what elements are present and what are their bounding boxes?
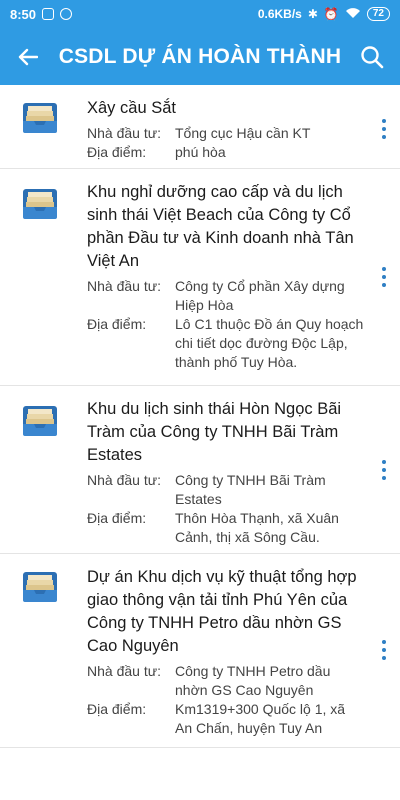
notification-app-icon — [42, 8, 55, 20]
back-button[interactable] — [12, 41, 44, 73]
investor-label: Nhà đầu tư: — [87, 663, 161, 679]
investor-label: Nhà đầu tư: — [87, 472, 161, 488]
more-options-button[interactable] — [378, 460, 390, 480]
search-icon — [361, 45, 384, 68]
location-row: Địa điểm: phú hòa — [87, 143, 364, 162]
status-time: 8:50 — [10, 6, 37, 22]
archive-tray-icon — [23, 572, 57, 602]
list-item[interactable]: Khu nghỉ dưỡng cao cấp và du lịch sinh t… — [0, 169, 400, 386]
search-button[interactable] — [356, 41, 388, 73]
archive-tray-icon — [23, 189, 57, 219]
list-item[interactable]: Khu du lịch sinh thái Hòn Ngọc Bãi Tràm … — [0, 386, 400, 554]
location-row: Địa điểm: Lô C1 thuộc Đồ án Quy hoạch ch… — [87, 315, 364, 372]
page-title: CSDL DỰ ÁN HOÀN THÀNH — [58, 44, 342, 68]
location-label: Địa điểm: — [87, 144, 147, 160]
project-list: Xây cầu Sắt Nhà đầu tư: Tổng cục Hậu cần… — [0, 85, 400, 748]
more-vert-icon — [382, 267, 386, 271]
project-name: Khu nghỉ dưỡng cao cấp và du lịch sinh t… — [87, 183, 354, 270]
battery-indicator: 72 — [366, 7, 390, 21]
more-vert-icon — [382, 640, 386, 644]
investor-label: Nhà đầu tư: — [87, 278, 161, 294]
location-value: Lô C1 thuộc Đồ án Quy hoạch chi tiết dọc… — [175, 316, 364, 370]
project-name: Khu du lịch sinh thái Hòn Ngọc Bãi Tràm … — [87, 400, 342, 464]
more-vert-icon — [382, 119, 386, 123]
archive-tray-icon — [23, 103, 57, 133]
investor-value: Công ty Cổ phần Xây dựng Hiệp Hòa — [175, 278, 345, 313]
investor-label: Nhà đầu tư: — [87, 125, 161, 141]
wifi-icon — [345, 7, 361, 22]
sync-icon — [60, 8, 73, 20]
investor-value: Tổng cục Hậu cần KT — [175, 125, 311, 141]
investor-row: Nhà đầu tư: Tổng cục Hậu cần KT — [87, 124, 364, 143]
project-name: Xây cầu Sắt — [87, 99, 176, 117]
location-row: Địa điểm: Thôn Hòa Thạnh, xã Xuân Cảnh, … — [87, 509, 364, 547]
investor-row: Nhà đầu tư: Công ty Cổ phần Xây dựng Hiệ… — [87, 277, 364, 315]
location-label: Địa điểm: — [87, 510, 147, 526]
more-vert-icon — [382, 460, 386, 464]
bluetooth-icon: ✱ — [307, 7, 318, 21]
app-bar: CSDL DỰ ÁN HOÀN THÀNH — [0, 28, 400, 85]
alarm-icon: ⏰ — [323, 7, 339, 21]
list-item[interactable]: Dự án Khu dịch vụ kỹ thuật tổng hợp giao… — [0, 554, 400, 748]
network-speed: 0.6KB/s — [257, 7, 302, 21]
location-value: Km1319+300 Quốc lộ 1, xã An Chấn, huyện … — [175, 701, 346, 736]
location-label: Địa điểm: — [87, 316, 147, 332]
more-options-button[interactable] — [378, 640, 390, 660]
investor-value: Công ty TNHH Bãi Tràm Estates — [175, 472, 326, 507]
investor-row: Nhà đầu tư: Công ty TNHH Bãi Tràm Estate… — [87, 471, 364, 509]
investor-value: Công ty TNHH Petro dầu nhờn GS Cao Nguyê… — [175, 663, 331, 698]
more-options-button[interactable] — [378, 267, 390, 287]
investor-row: Nhà đầu tư: Công ty TNHH Petro dầu nhờn … — [87, 662, 364, 700]
more-options-button[interactable] — [378, 119, 390, 139]
list-item[interactable]: Xây cầu Sắt Nhà đầu tư: Tổng cục Hậu cần… — [0, 85, 400, 169]
status-bar: 8:50 0.6KB/s ✱ ⏰ 72 — [0, 0, 400, 28]
location-value: phú hòa — [175, 144, 226, 160]
project-name: Dự án Khu dịch vụ kỹ thuật tổng hợp giao… — [87, 568, 357, 655]
location-value: Thôn Hòa Thạnh, xã Xuân Cảnh, thị xã Sôn… — [175, 510, 339, 545]
location-row: Địa điểm: Km1319+300 Quốc lộ 1, xã An Ch… — [87, 700, 364, 738]
location-label: Địa điểm: — [87, 701, 147, 717]
archive-tray-icon — [23, 406, 57, 436]
arrow-left-icon — [18, 48, 38, 65]
